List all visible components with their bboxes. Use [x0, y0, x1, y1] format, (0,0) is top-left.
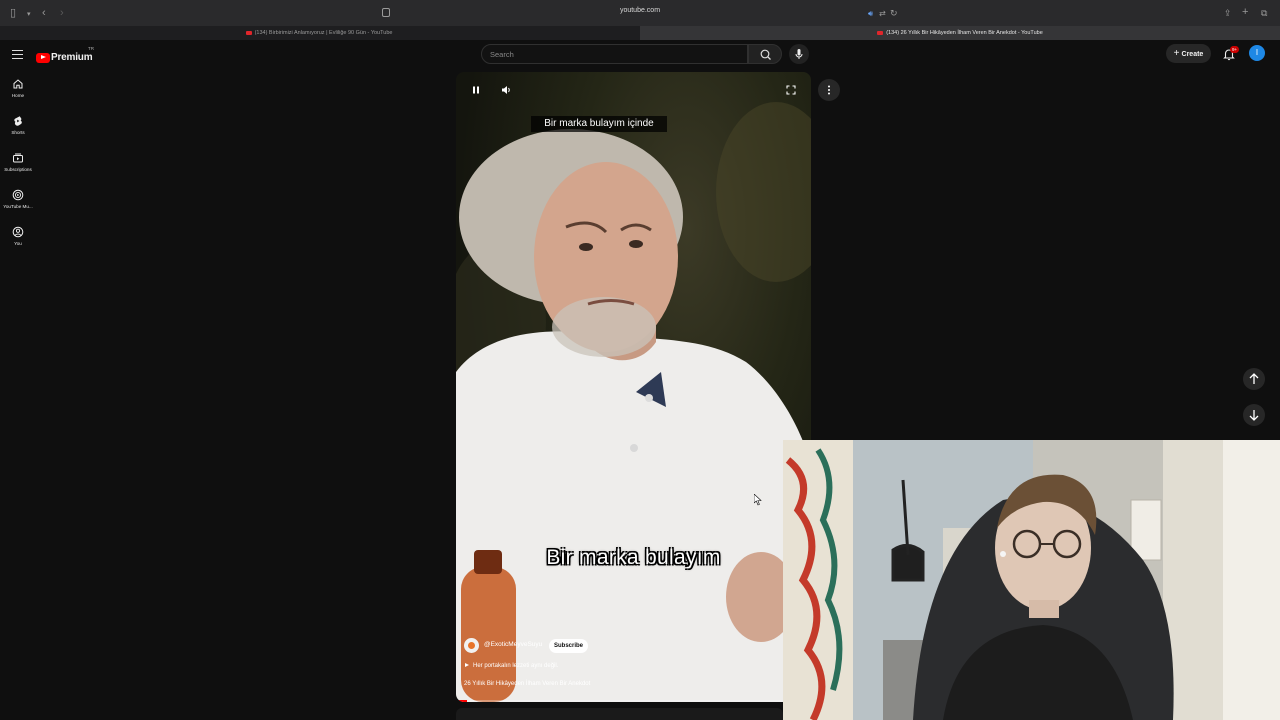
next-short-button[interactable]: [1243, 404, 1265, 426]
search-button[interactable]: [748, 44, 782, 64]
browser-toolbar: ▯ ▾ ‹ › youtube.com 🔊︎ ⇄ ↻ ⇪ + ⧉: [0, 0, 1280, 26]
voice-search-button[interactable]: [789, 44, 809, 64]
pause-icon[interactable]: [470, 84, 482, 96]
sound-link[interactable]: Her portakalın lezzeti aynı değil.: [465, 663, 558, 669]
channel-avatar[interactable]: [464, 638, 479, 653]
create-button[interactable]: + Create: [1166, 44, 1211, 63]
youtube-premium-logo[interactable]: Premium TR: [36, 46, 94, 64]
guide-item-home[interactable]: Home: [0, 78, 36, 98]
guide-label: YouTube Mu...: [3, 204, 33, 209]
arrow-up-icon: [1249, 373, 1259, 384]
guide-item-you[interactable]: You: [0, 226, 36, 246]
brand-name: Premium: [51, 52, 93, 64]
play-triangle-icon: [465, 663, 469, 668]
burned-in-caption: Bir marka bulayım: [546, 546, 721, 569]
webcam-feed: [783, 440, 1280, 720]
subscribe-button[interactable]: Subscribe: [549, 639, 588, 653]
volume-icon[interactable]: [500, 84, 512, 96]
progress-fill: [456, 700, 467, 702]
next-short-preview[interactable]: [456, 708, 783, 720]
guide-label: Shorts: [11, 130, 25, 135]
guide-item-subscriptions[interactable]: Subscriptions: [0, 152, 36, 172]
sidebar-toggle-icon[interactable]: ▯: [10, 6, 16, 20]
tab-title: (134) 26 Yıllık Bir Hikâyeden İlham Vere…: [886, 30, 1043, 36]
subtitle-caption: Bir marka bulayım içinde: [531, 116, 667, 132]
create-label: Create: [1181, 51, 1204, 58]
search-input[interactable]: [490, 48, 730, 60]
youtube-music-icon: [12, 189, 24, 201]
progress-bar[interactable]: [456, 700, 811, 702]
guide-label: You: [14, 241, 22, 246]
youtube-favicon-icon: [877, 30, 884, 35]
mouse-cursor-icon: [754, 494, 762, 506]
subscriptions-icon: [13, 153, 23, 163]
tab-title: (134) Birbirimizi Anlamıyoruz | Evliliğe…: [254, 30, 393, 36]
youtube-play-icon: [36, 52, 50, 63]
forward-icon: ›: [60, 7, 64, 19]
guide-item-youtube-music[interactable]: YouTube Mu...: [0, 189, 36, 209]
shorts-player[interactable]: Bir marka bulayım içinde Bir marka bulay…: [456, 72, 811, 702]
guide-label: Subscriptions: [4, 167, 32, 172]
account-avatar[interactable]: I: [1249, 45, 1265, 61]
search-box: [481, 44, 748, 64]
fullscreen-icon[interactable]: [785, 84, 797, 96]
chevron-down-icon[interactable]: ▾: [27, 8, 31, 22]
translate-icon[interactable]: ⇄: [879, 7, 886, 21]
microphone-icon: [795, 49, 803, 59]
guide-item-shorts[interactable]: Shorts: [0, 115, 36, 135]
address-bar[interactable]: youtube.com: [600, 7, 680, 14]
new-tab-icon[interactable]: +: [1242, 5, 1248, 19]
previous-short-button[interactable]: [1243, 368, 1265, 390]
short-title[interactable]: 26 Yıllık Bir Hikâyeden İlham Veren Bir …: [464, 681, 590, 687]
tab-active[interactable]: (134) 26 Yıllık Bir Hikâyeden İlham Vere…: [640, 26, 1280, 40]
region-code: TR: [88, 46, 94, 51]
sound-title: Her portakalın lezzeti aynı değil.: [473, 663, 559, 669]
more-options-button[interactable]: [818, 79, 840, 101]
reload-icon[interactable]: ↻: [890, 6, 898, 20]
page-settings-icon[interactable]: [382, 8, 390, 17]
audio-playing-icon[interactable]: 🔊︎: [868, 7, 873, 21]
guide-label: Home: [11, 93, 25, 98]
masthead: PremiumTR +Create 9+ I: [0, 40, 1280, 70]
youtube-favicon-icon: [245, 30, 252, 35]
tab-bar: (134) Birbirimizi Anlamıyoruz | Evliliğe…: [0, 26, 1280, 40]
menu-icon[interactable]: [12, 50, 23, 59]
plus-icon: +: [1173, 48, 1180, 59]
shorts-icon: [14, 116, 22, 126]
share-icon[interactable]: ⇪: [1224, 6, 1232, 20]
home-icon: [13, 79, 23, 89]
channel-name[interactable]: @ExoticMeyveSuyu: [484, 641, 542, 648]
video-frame: [456, 102, 811, 702]
search-icon: [760, 49, 771, 60]
tab-inactive[interactable]: (134) Birbirimizi Anlamıyoruz | Evliliğe…: [0, 26, 638, 40]
more-vert-icon: [828, 85, 830, 95]
webcam-overlay: [783, 440, 1280, 720]
tab-overview-icon[interactable]: ⧉: [1261, 6, 1267, 20]
back-icon[interactable]: ‹: [42, 6, 46, 20]
you-icon: [12, 226, 24, 238]
arrow-down-icon: [1249, 410, 1259, 421]
notification-count-badge: 9+: [1230, 46, 1240, 53]
